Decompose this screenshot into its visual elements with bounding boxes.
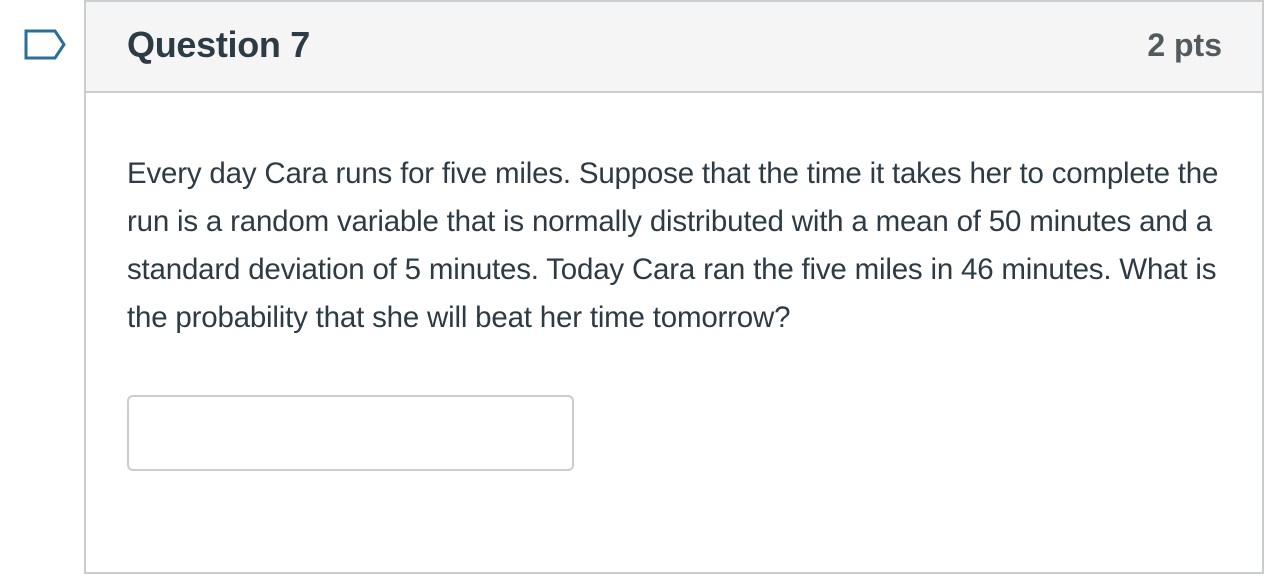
question-title: Question 7: [127, 23, 311, 65]
question-body: Every day Cara runs for five miles. Supp…: [86, 93, 1262, 471]
flag-question-icon[interactable]: [22, 27, 68, 62]
question-card: Question 7 2 pts Every day Cara runs for…: [84, 0, 1264, 574]
answer-input[interactable]: [127, 395, 574, 471]
question-points: 2 pts: [1147, 27, 1222, 63]
quiz-page: Question 7 2 pts Every day Cara runs for…: [0, 0, 1284, 576]
question-text: Every day Cara runs for five miles. Supp…: [127, 157, 1219, 334]
question-header: Question 7 2 pts: [86, 2, 1262, 93]
